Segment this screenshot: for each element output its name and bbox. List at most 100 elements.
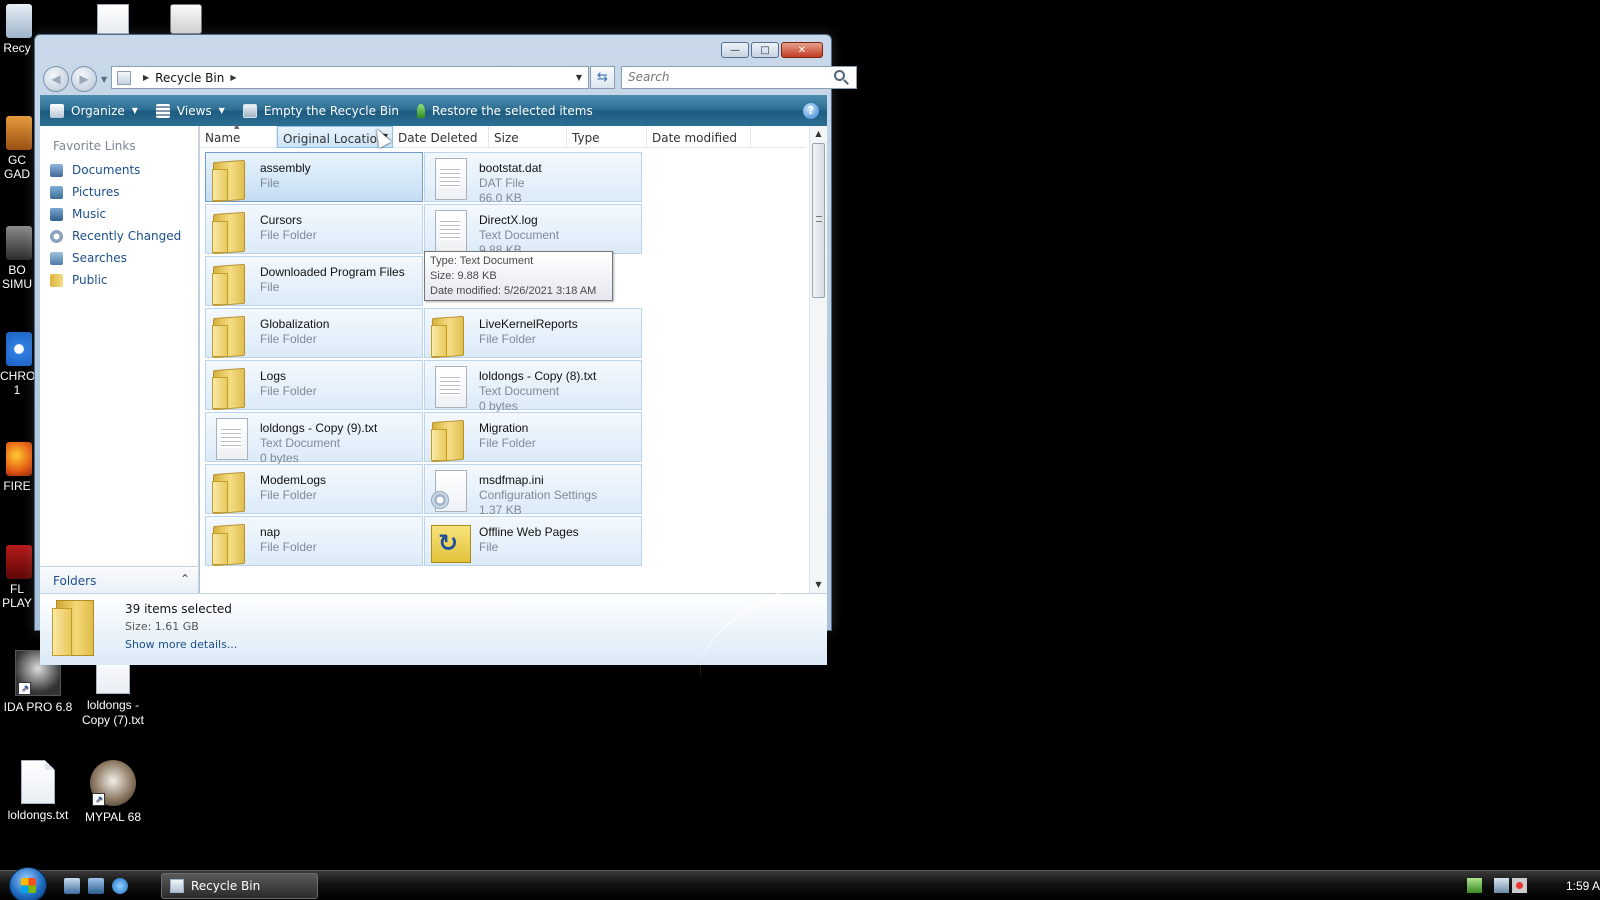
favorite-label: Pictures [72, 185, 120, 199]
document-icon[interactable] [97, 4, 129, 34]
address-dropdown-icon[interactable]: ▼ [576, 73, 582, 82]
refresh-button[interactable]: ⇆ [590, 66, 615, 89]
file-tile-logs[interactable]: Logs File Folder [205, 360, 423, 410]
text-file-icon [427, 363, 473, 409]
folders-toggle[interactable]: Folders ⌃ [40, 566, 198, 593]
breadcrumb-arrow-icon[interactable]: ▶ [230, 73, 236, 82]
folder-icon [208, 519, 254, 565]
selection-size: Size: 1.61 GB [125, 620, 199, 633]
help-icon[interactable]: ? [803, 102, 819, 119]
column-header-name[interactable]: ▲ Name [200, 122, 277, 148]
file-tile-loldongs-copy-8-txt[interactable]: loldongs - Copy (8).txt Text Document 0 by… [424, 360, 642, 413]
desktop-icon-flash-player[interactable]: FL PLAY [0, 545, 34, 610]
desktop-icon-mypal[interactable]: ↗ MYPAL 68 [75, 760, 151, 825]
breadcrumb-recycle-bin[interactable]: Recycle Bin [155, 71, 224, 85]
file-name: Migration [479, 421, 529, 435]
shortcut-arrow-icon: ↗ [18, 682, 31, 695]
file-tile-bootstat-dat[interactable]: bootstat.dat DAT File 66.0 KB [424, 152, 642, 205]
favorite-music[interactable]: Music [40, 203, 198, 225]
system-clock[interactable]: 1:59 AM [1566, 879, 1600, 893]
taskbar-button-recycle-bin[interactable]: Recycle Bin [161, 873, 318, 899]
favorite-documents[interactable]: Documents [40, 159, 198, 181]
favorite-public[interactable]: Public [40, 269, 198, 291]
file-tile-text: msdfmap.ini Configuration Settings 1.37 KB [479, 465, 597, 518]
folder-icon [208, 207, 254, 253]
file-tiles: assembly File bootstat.dat DAT File 66.0 KB C… [200, 148, 806, 593]
file-type: File [260, 280, 280, 294]
flash-icon [6, 545, 32, 579]
file-name: LiveKernelReports [479, 317, 578, 331]
internet-explorer-icon[interactable] [112, 878, 128, 894]
minimize-button[interactable]: — [721, 42, 749, 58]
address-bar[interactable]: ▶ Recycle Bin ▶ ▼ [111, 66, 589, 89]
switch-windows-icon[interactable] [88, 878, 104, 894]
favorite-label: Public [72, 273, 108, 287]
organize-button[interactable]: Organize ▼ [50, 103, 138, 118]
file-tile-msdfmap-ini[interactable]: msdfmap.ini Configuration Settings 1.37 KB [424, 464, 642, 517]
forward-button[interactable]: ▶ [71, 66, 97, 92]
file-type: Configuration Settings [479, 488, 598, 502]
file-tile-offline-web-pages[interactable]: Offline Web PagesFile [424, 516, 642, 566]
show-more-details-link[interactable]: Show more details... [125, 638, 237, 651]
desktop-icon-bo-simulator[interactable]: BO SIMU [0, 226, 34, 291]
file-tile-directx-log[interactable]: DirectX.log Text Document 9.88 KB [424, 204, 642, 257]
file-type: Text Document [479, 384, 560, 398]
desktop-icon-gc-gadgets[interactable]: GC GAD [0, 116, 34, 181]
show-desktop-icon[interactable] [64, 878, 80, 894]
desktop-icon-chrome[interactable]: CHRO 1 [0, 332, 34, 397]
search-input[interactable]: Search [621, 66, 857, 89]
app-icon[interactable] [170, 4, 202, 34]
scroll-up-icon[interactable]: ▲ [810, 126, 827, 142]
file-tile-text: Migration File Folder [479, 413, 536, 451]
desktop-icon-loldongs[interactable]: loldongs.txt [0, 760, 76, 823]
start-button[interactable] [9, 867, 47, 900]
favorite-recently-changed[interactable]: Recently Changed [40, 225, 198, 247]
volume-muted-icon[interactable] [1512, 878, 1527, 893]
recycle-bin-icon [170, 879, 184, 893]
maximize-button[interactable]: □ [751, 42, 779, 58]
scroll-thumb[interactable] [812, 143, 825, 298]
tray-app-icon[interactable] [1467, 878, 1482, 893]
file-tile-modemlogs[interactable]: ModemLogs File Folder [205, 464, 423, 514]
file-tile-livekernelreports[interactable]: LiveKernelReports File Folder [424, 308, 642, 358]
file-tile-loldongs-copy-9-txt[interactable]: loldongs - Copy (9).txt Text Document 0 by… [205, 412, 423, 465]
views-button[interactable]: Views ▼ [155, 103, 225, 118]
chrome-icon [6, 332, 32, 366]
desktop-icon-firefox[interactable]: FIRE [0, 442, 34, 493]
back-button[interactable]: ◀ [43, 66, 69, 92]
refresh-icon: ⇆ [597, 70, 608, 85]
file-tile-globalization[interactable]: Globalization File Folder [205, 308, 423, 358]
file-tile-assembly[interactable]: assembly File [205, 152, 423, 202]
forward-arrow-icon: ▶ [79, 72, 89, 86]
desktop-icon-recycle-bin[interactable]: Recy [0, 4, 34, 55]
desktop-icon-label: CHRO 1 [0, 369, 34, 397]
close-button[interactable]: ✕ [781, 42, 823, 58]
file-tile-migration[interactable]: Migration File Folder [424, 412, 642, 462]
views-icon [155, 103, 170, 118]
folder-icon [208, 259, 254, 305]
folder-icon [208, 467, 254, 513]
vertical-scrollbar[interactable]: ▲ ▼ [809, 126, 827, 593]
file-type: File Folder [260, 540, 317, 554]
column-header-date-modified[interactable]: Date modified [647, 126, 751, 148]
file-tile-cursors[interactable]: Cursors File Folder [205, 204, 423, 254]
favorite-searches[interactable]: Searches [40, 247, 198, 269]
column-header-type[interactable]: Type [567, 126, 647, 148]
firefox-icon [6, 442, 32, 476]
column-header-size[interactable]: Size [489, 126, 567, 148]
file-tile-nap[interactable]: nap File Folder [205, 516, 423, 566]
file-type: File Folder [260, 488, 317, 502]
empty-recycle-bin-button[interactable]: Empty the Recycle Bin [242, 103, 399, 118]
breadcrumb-arrow-icon[interactable]: ▶ [143, 73, 149, 82]
recent-pages-dropdown[interactable]: ▼ [101, 75, 107, 84]
network-icon[interactable] [1494, 878, 1509, 893]
column-header-date-deleted[interactable]: Date Deleted [393, 126, 489, 148]
file-tile-text: bootstat.dat DAT File 66.0 KB [479, 153, 542, 206]
favorite-pictures[interactable]: Pictures [40, 181, 198, 203]
scroll-down-icon[interactable]: ▼ [810, 577, 827, 593]
recycle-bin-icon [242, 103, 257, 118]
folder-icon [427, 415, 473, 461]
restore-selected-button[interactable]: Restore the selected items [417, 103, 593, 118]
search-button[interactable] [834, 70, 845, 81]
file-tile-downloaded-program-files[interactable]: Downloaded Program Files File [205, 256, 423, 306]
